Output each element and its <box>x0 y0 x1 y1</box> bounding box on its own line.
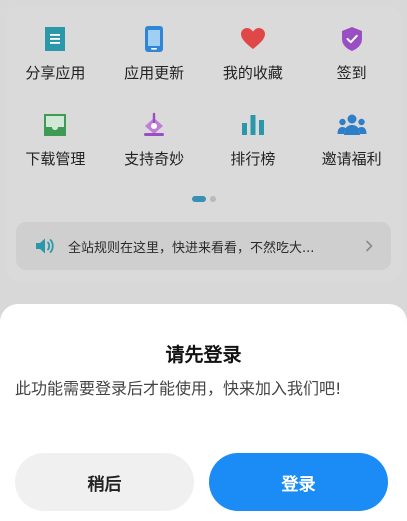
grid-item-label: 下载管理 <box>25 150 86 168</box>
dialog-title: 请先登录 <box>165 344 242 366</box>
grid-item-label: 签到 <box>336 64 367 82</box>
grid-item-favorites[interactable]: 我的收藏 <box>204 20 303 106</box>
grid-item-label: 支持奇妙 <box>124 150 185 168</box>
share-doc-icon <box>40 24 70 54</box>
bar-chart-icon <box>238 110 268 140</box>
support-gift-icon <box>139 110 169 140</box>
login-button[interactable]: 登录 <box>209 453 388 511</box>
feature-grid: 分享应用 应用更新 我的收藏 签到 下载管理 支持奇妙 排行榜 邀请福利 <box>6 20 401 192</box>
notice-text: 全站规则在这里，快进来看看，不然吃大... <box>68 240 315 256</box>
page-dot <box>209 196 216 202</box>
login-dialog: 请先登录 此功能需要登录后才能使用，快来加入我们吧! 稍后 登录 <box>0 304 407 521</box>
grid-item-support[interactable]: 支持奇妙 <box>105 106 204 192</box>
grid-item-label: 分享应用 <box>25 64 86 82</box>
notice-bar[interactable]: 全站规则在这里，快进来看看，不然吃大... <box>16 222 391 270</box>
download-tray-icon <box>40 110 70 140</box>
chevron-right-icon <box>363 239 375 253</box>
dialog-message: 此功能需要登录后才能使用，快来加入我们吧! <box>15 379 342 398</box>
grid-item-label: 邀请福利 <box>321 150 382 168</box>
invite-people-icon <box>337 110 367 140</box>
grid-item-label: 排行榜 <box>230 150 276 168</box>
grid-item-invite-rewards[interactable]: 邀请福利 <box>302 106 401 192</box>
grid-item-label: 我的收藏 <box>222 64 283 82</box>
grid-item-app-update[interactable]: 应用更新 <box>105 20 204 106</box>
grid-item-checkin[interactable]: 签到 <box>302 20 401 106</box>
feature-grid-card: 分享应用 应用更新 我的收藏 签到 下载管理 支持奇妙 排行榜 邀请福利 全站规… <box>6 6 401 281</box>
checkin-badge-icon <box>337 24 367 54</box>
page-dot-active <box>191 196 206 202</box>
page-indicator <box>6 196 401 202</box>
heart-icon <box>238 24 268 54</box>
phone-update-icon <box>139 24 169 54</box>
grid-item-download-manager[interactable]: 下载管理 <box>6 106 105 192</box>
grid-item-leaderboard[interactable]: 排行榜 <box>204 106 303 192</box>
grid-item-share-app[interactable]: 分享应用 <box>6 20 105 106</box>
later-button[interactable]: 稍后 <box>15 453 194 511</box>
grid-item-label: 应用更新 <box>124 64 185 82</box>
speaker-icon <box>34 235 56 257</box>
